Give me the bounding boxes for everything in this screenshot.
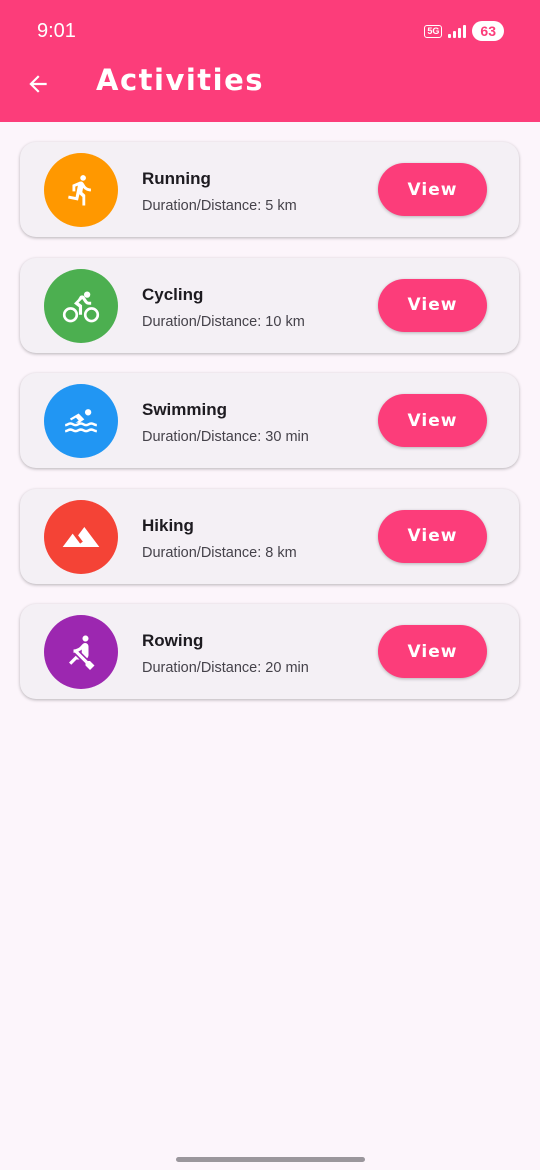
status-time: 9:01 xyxy=(37,20,76,42)
activity-card-running: Running Duration/Distance: 5 km View xyxy=(20,142,519,237)
running-icon xyxy=(68,175,91,206)
page-title: Activities xyxy=(96,63,265,97)
view-button[interactable]: View xyxy=(378,625,487,678)
activity-name: Swimming xyxy=(142,400,228,419)
activity-avatar xyxy=(44,499,118,574)
view-button[interactable]: View xyxy=(378,163,487,216)
back-button[interactable] xyxy=(22,68,54,100)
activity-name: Hiking xyxy=(142,515,194,535)
activity-detail: Duration/Distance: 8 km xyxy=(142,544,297,561)
cycling-icon xyxy=(62,290,100,322)
arrow-left-icon xyxy=(29,75,47,93)
activity-detail: Duration/Distance: 5 km xyxy=(142,198,297,214)
rowing-icon xyxy=(69,635,95,670)
view-button[interactable]: View xyxy=(378,278,487,332)
activity-list: Running Duration/Distance: 5 km View Cyc… xyxy=(20,142,520,720)
activity-card-rowing: Rowing Duration/Distance: 20 min View xyxy=(20,604,519,699)
activity-avatar xyxy=(44,153,118,227)
signal-icon xyxy=(448,24,467,38)
view-button[interactable]: View xyxy=(378,394,487,447)
hiking-icon xyxy=(62,526,100,547)
battery-indicator: 63 xyxy=(472,21,504,41)
status-icons: 5G 63 xyxy=(424,20,504,42)
activity-detail: Duration/Distance: 20 min xyxy=(142,660,309,676)
activity-detail: Duration/Distance: 30 min xyxy=(142,429,309,445)
activity-avatar xyxy=(44,268,118,343)
home-indicator[interactable] xyxy=(176,1157,365,1162)
view-button[interactable]: View xyxy=(378,509,487,563)
activity-card-cycling: Cycling Duration/Distance: 10 km View xyxy=(20,257,519,353)
activity-avatar xyxy=(44,615,118,689)
activity-card-swimming: Swimming Duration/Distance: 30 min View xyxy=(20,373,519,468)
activity-card-hiking: Hiking Duration/Distance: 8 km View xyxy=(20,488,519,584)
activity-name: Rowing xyxy=(142,631,204,650)
app-bar: 9:01 5G 63 Activities xyxy=(0,0,540,122)
activity-detail: Duration/Distance: 10 km xyxy=(142,313,305,330)
activity-name: Cycling xyxy=(142,284,204,304)
activity-name: Running xyxy=(142,169,211,188)
activity-avatar xyxy=(44,384,118,458)
network-badge: 5G xyxy=(424,24,443,38)
swimming-icon xyxy=(65,409,97,433)
